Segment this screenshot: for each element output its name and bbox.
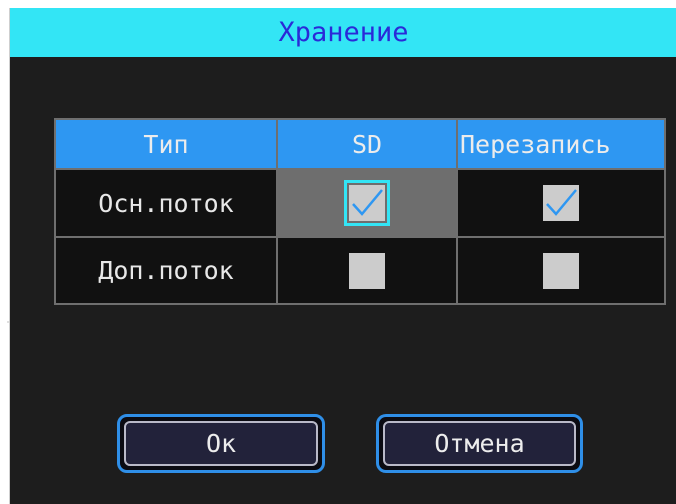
cell-sub-sd[interactable] — [276, 238, 456, 303]
storage-table: Тип SD Перезапись Осн.поток Доп.поток — [54, 118, 666, 305]
column-header-type: Тип — [143, 129, 189, 159]
row-label-sub-stream: Доп.поток — [98, 256, 234, 285]
storage-dialog: Хранение Тип SD Перезапись Осн.поток Доп… — [9, 8, 676, 504]
cell-main-sd[interactable] — [276, 170, 456, 236]
checkmark-icon — [546, 189, 577, 216]
dialog-body: Тип SD Перезапись Осн.поток Доп.поток Ок… — [10, 57, 676, 504]
cancel-button-label: Отмена — [383, 421, 576, 466]
ok-button-label: Ок — [124, 421, 318, 466]
column-header-sd: SD — [276, 120, 456, 168]
column-header-overwrite: Перезапись — [456, 120, 664, 168]
cell-sub-overwrite[interactable] — [456, 238, 664, 303]
row-label-main-stream: Осн.поток — [98, 188, 234, 218]
cancel-button[interactable]: Отмена — [376, 414, 583, 473]
checkmark-icon — [352, 189, 383, 216]
sub-stream-overwrite-checkbox[interactable] — [543, 252, 579, 289]
dialog-title-bar: Хранение — [10, 8, 676, 57]
main-stream-overwrite-checkbox[interactable] — [543, 185, 579, 221]
table-row-sub-stream: Доп.поток — [56, 236, 664, 303]
main-stream-sd-checkbox[interactable] — [344, 180, 390, 226]
ok-button[interactable]: Ок — [117, 414, 325, 473]
table-header-row: Тип SD Перезапись — [56, 120, 664, 168]
table-row-main-stream: Осн.поток — [56, 168, 664, 236]
sub-stream-sd-checkbox[interactable] — [349, 252, 385, 289]
cell-main-overwrite[interactable] — [456, 170, 664, 236]
dialog-title: Хранение — [278, 17, 409, 48]
